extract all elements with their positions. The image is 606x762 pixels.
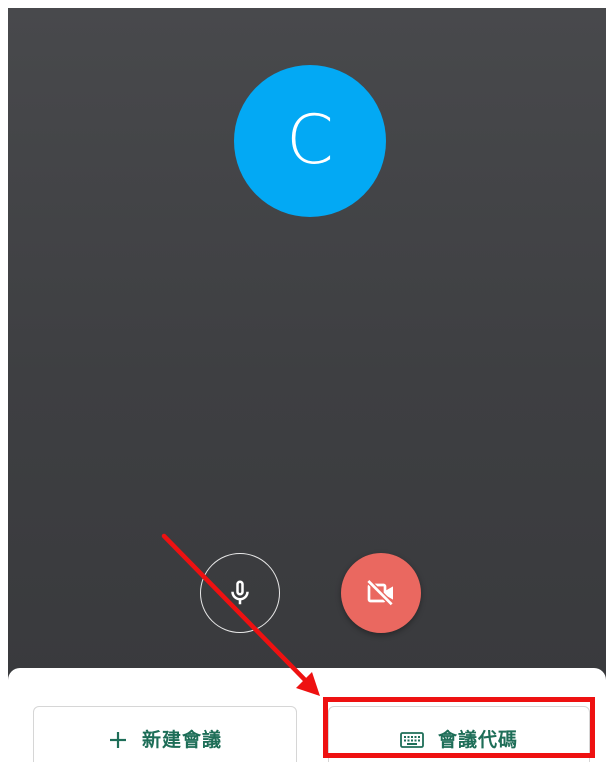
new-meeting-button[interactable]: 新建會議 bbox=[33, 706, 297, 762]
camera-toggle-button[interactable] bbox=[341, 553, 421, 633]
plus-icon bbox=[108, 727, 128, 753]
new-meeting-label: 新建會議 bbox=[141, 729, 222, 751]
user-avatar: C bbox=[234, 65, 386, 217]
microphone-toggle-button[interactable] bbox=[200, 553, 280, 633]
app-screen: C 新建會議 會議代碼 bbox=[0, 0, 606, 762]
meeting-code-label: 會議代碼 bbox=[437, 729, 518, 751]
avatar-initial: C bbox=[286, 101, 334, 180]
mic-icon bbox=[231, 580, 249, 605]
keyboard-icon bbox=[400, 727, 424, 753]
videocam-off-icon bbox=[366, 579, 394, 607]
meeting-code-button[interactable]: 會議代碼 bbox=[328, 706, 590, 762]
